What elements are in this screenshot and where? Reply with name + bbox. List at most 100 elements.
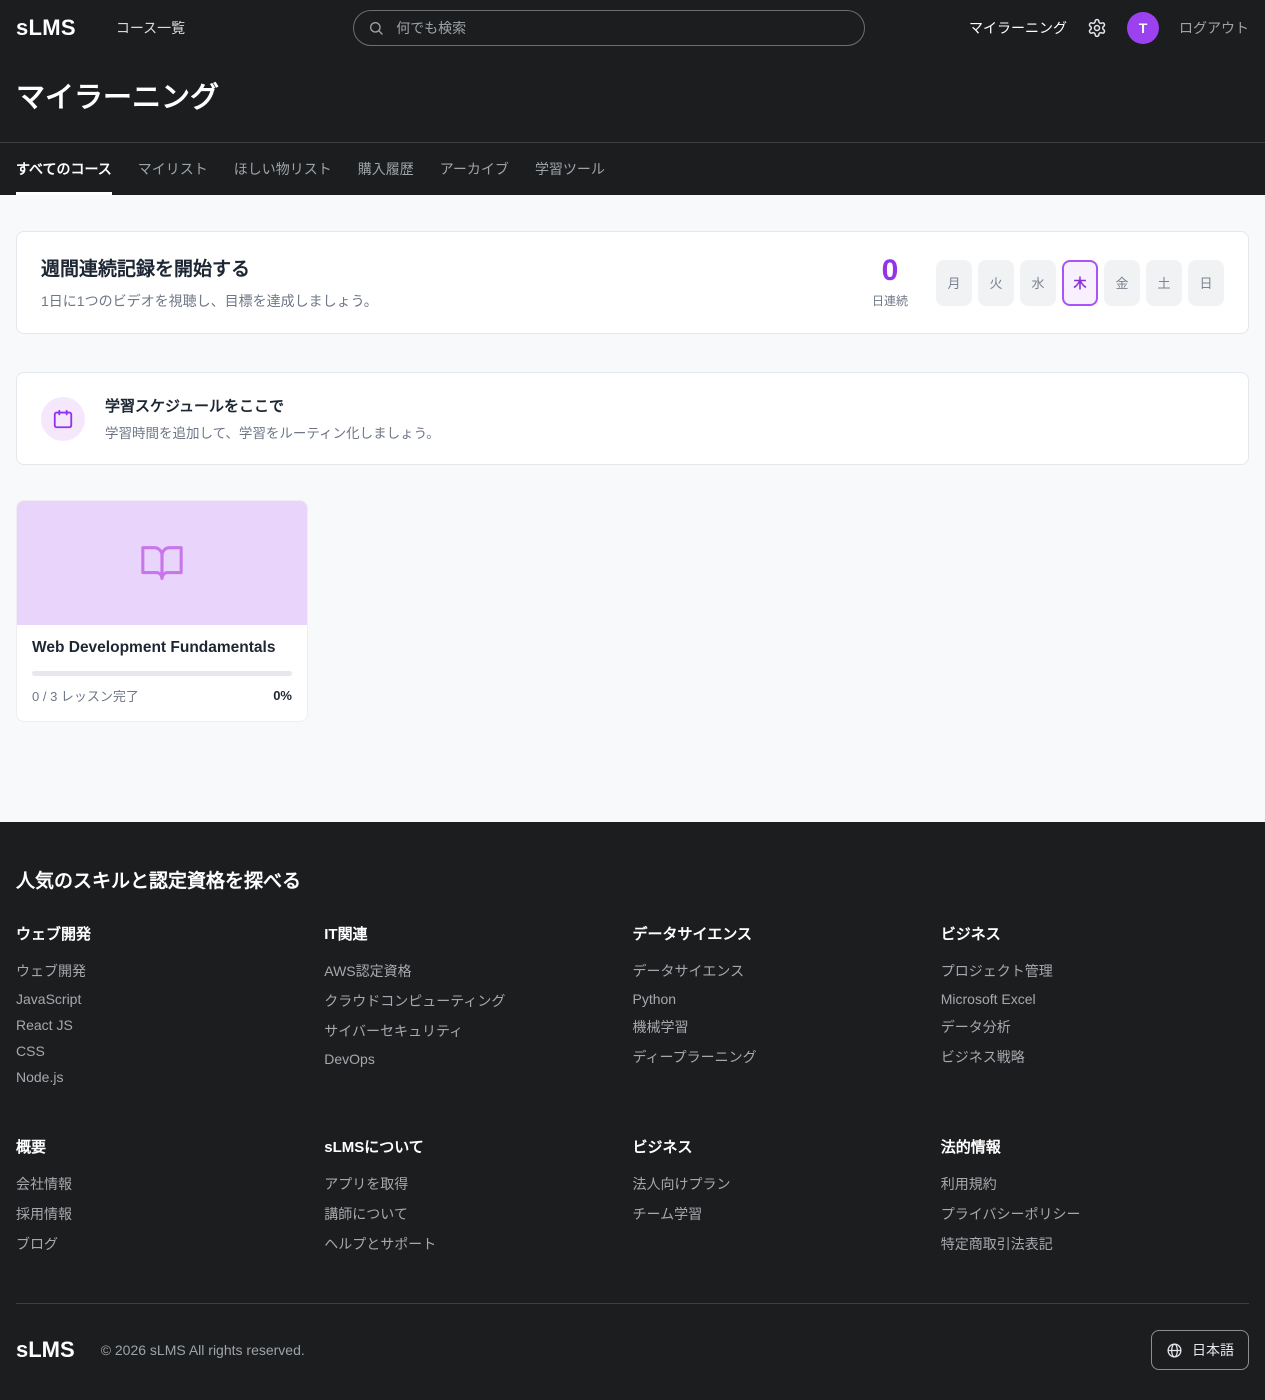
day-pill-1[interactable]: 火 xyxy=(978,260,1014,306)
topic-col-title-3: ビジネス xyxy=(941,923,1249,944)
company-link-0-2[interactable]: ブログ xyxy=(16,1229,324,1259)
open-book-icon xyxy=(139,540,185,586)
topic-link-0-4[interactable]: Node.js xyxy=(16,1064,324,1090)
search-input[interactable] xyxy=(394,19,850,37)
company-link-3-0[interactable]: 利用規約 xyxy=(941,1169,1249,1199)
day-pill-2[interactable]: 水 xyxy=(1020,260,1056,306)
topic-col-0: ウェブ開発ウェブ開発JavaScriptReact JSCSSNode.js xyxy=(16,923,324,1090)
logout-link[interactable]: ログアウト xyxy=(1179,18,1249,38)
day-pill-3[interactable]: 木 xyxy=(1062,260,1098,306)
course-stats: 0 / 3 レッスン完了 0% xyxy=(32,686,292,705)
main-content: 週間連続記録を開始する 1日に1つのビデオを視聴し、目標を達成しましょう。 0 … xyxy=(0,195,1265,822)
topic-link-3-2[interactable]: データ分析 xyxy=(941,1012,1249,1042)
tab-3[interactable]: 購入履歴 xyxy=(358,143,414,195)
footer-logo[interactable]: sLMS xyxy=(16,1337,75,1363)
company-col-2: ビジネス法人向けプランチーム学習 xyxy=(633,1136,941,1259)
schedule-card[interactable]: 学習スケジュールをここで 学習時間を追加して、学習をルーティン化しましょう。 xyxy=(16,372,1249,465)
company-link-1-2[interactable]: ヘルプとサポート xyxy=(324,1229,632,1259)
topic-col-title-0: ウェブ開発 xyxy=(16,923,324,944)
day-pill-5[interactable]: 土 xyxy=(1146,260,1182,306)
topic-link-2-3[interactable]: ディープラーニング xyxy=(633,1042,941,1072)
topic-link-1-3[interactable]: DevOps xyxy=(324,1046,632,1072)
topic-col-title-1: IT関連 xyxy=(324,923,632,944)
topic-link-3-1[interactable]: Microsoft Excel xyxy=(941,986,1249,1012)
course-thumbnail xyxy=(17,501,307,625)
topic-link-2-1[interactable]: Python xyxy=(633,986,941,1012)
lessons-completed: 0 / 3 レッスン完了 xyxy=(32,686,139,705)
footer-company-columns: 概要会社情報採用情報ブログsLMSについてアプリを取得講師についてヘルプとサポー… xyxy=(16,1136,1249,1259)
streak-card: 週間連続記録を開始する 1日に1つのビデオを視聴し、目標を達成しましょう。 0 … xyxy=(16,231,1249,334)
tabs: すべてのコースマイリストほしい物リスト購入履歴アーカイブ学習ツール xyxy=(0,142,1265,195)
week-days: 月火水木金土日 xyxy=(936,260,1224,306)
tab-0[interactable]: すべてのコース xyxy=(16,143,112,195)
company-col-3: 法的情報利用規約プライバシーポリシー特定商取引法表記 xyxy=(941,1136,1249,1259)
topic-col-title-2: データサイエンス xyxy=(633,923,941,944)
language-button[interactable]: 日本語 xyxy=(1151,1330,1249,1370)
company-link-1-1[interactable]: 講師について xyxy=(324,1199,632,1229)
avatar[interactable]: T xyxy=(1127,12,1159,44)
company-link-3-1[interactable]: プライバシーポリシー xyxy=(941,1199,1249,1229)
tab-2[interactable]: ほしい物リスト xyxy=(234,143,332,195)
my-learning-link[interactable]: マイラーニング xyxy=(969,18,1067,38)
copyright-text: © 2026 sLMS All rights reserved. xyxy=(101,1342,305,1358)
app-logo[interactable]: sLMS xyxy=(16,15,76,41)
search-bar[interactable] xyxy=(353,10,865,46)
topic-link-3-0[interactable]: プロジェクト管理 xyxy=(941,956,1249,986)
company-link-0-0[interactable]: 会社情報 xyxy=(16,1169,324,1199)
language-label: 日本語 xyxy=(1192,1340,1234,1360)
progress-percent: 0% xyxy=(273,688,292,703)
company-col-1: sLMSについてアプリを取得講師についてヘルプとサポート xyxy=(324,1136,632,1259)
company-link-2-0[interactable]: 法人向けプラン xyxy=(633,1169,941,1199)
company-col-title-2: ビジネス xyxy=(633,1136,941,1157)
calendar-icon xyxy=(41,397,85,441)
day-pill-6[interactable]: 日 xyxy=(1188,260,1224,306)
schedule-title: 学習スケジュールをここで xyxy=(105,395,440,416)
topic-link-2-2[interactable]: 機械学習 xyxy=(633,1012,941,1042)
streak-title: 週間連続記録を開始する xyxy=(41,254,378,281)
day-pill-0[interactable]: 月 xyxy=(936,260,972,306)
page-hero: マイラーニング xyxy=(0,56,1265,142)
topic-link-1-0[interactable]: AWS認定資格 xyxy=(324,956,632,986)
tab-1[interactable]: マイリスト xyxy=(138,143,208,195)
topic-link-0-1[interactable]: JavaScript xyxy=(16,986,324,1012)
company-link-1-0[interactable]: アプリを取得 xyxy=(324,1169,632,1199)
streak-description: 1日に1つのビデオを視聴し、目標を達成しましょう。 xyxy=(41,291,378,311)
company-link-0-1[interactable]: 採用情報 xyxy=(16,1199,324,1229)
app-header: sLMS コース一覧 マイラーニング T ログアウト xyxy=(0,0,1265,56)
footer-topic-columns: ウェブ開発ウェブ開発JavaScriptReact JSCSSNode.jsIT… xyxy=(16,923,1249,1090)
company-col-title-0: 概要 xyxy=(16,1136,324,1157)
course-title: Web Development Fundamentals xyxy=(32,639,292,657)
schedule-description: 学習時間を追加して、学習をルーティン化しましょう。 xyxy=(105,422,440,442)
topic-link-2-0[interactable]: データサイエンス xyxy=(633,956,941,986)
globe-icon xyxy=(1166,1342,1183,1359)
search-icon xyxy=(368,20,384,36)
header-actions: マイラーニング T ログアウト xyxy=(969,12,1249,44)
topic-link-0-2[interactable]: React JS xyxy=(16,1012,324,1038)
topic-link-0-0[interactable]: ウェブ開発 xyxy=(16,956,324,986)
progress-bar xyxy=(32,671,292,676)
nav-courses-link[interactable]: コース一覧 xyxy=(116,18,185,38)
topic-col-2: データサイエンスデータサイエンスPython機械学習ディープラーニング xyxy=(633,923,941,1090)
streak-counter: 0 日連続 xyxy=(872,256,908,309)
topic-link-1-1[interactable]: クラウドコンピューティング xyxy=(324,986,632,1016)
day-pill-4[interactable]: 金 xyxy=(1104,260,1140,306)
streak-count-number: 0 xyxy=(872,256,908,286)
topic-link-1-2[interactable]: サイバーセキュリティ xyxy=(324,1016,632,1046)
streak-tracker: 0 日連続 月火水木金土日 xyxy=(872,256,1224,309)
streak-text: 週間連続記録を開始する 1日に1つのビデオを視聴し、目標を達成しましょう。 xyxy=(41,254,378,311)
topic-col-3: ビジネスプロジェクト管理Microsoft Excelデータ分析ビジネス戦略 xyxy=(941,923,1249,1090)
tab-4[interactable]: アーカイブ xyxy=(440,143,509,195)
company-link-2-1[interactable]: チーム学習 xyxy=(633,1199,941,1229)
topic-link-0-3[interactable]: CSS xyxy=(16,1038,324,1064)
company-link-3-2[interactable]: 特定商取引法表記 xyxy=(941,1229,1249,1259)
course-card[interactable]: Web Development Fundamentals 0 / 3 レッスン完… xyxy=(16,500,308,722)
course-info: Web Development Fundamentals 0 / 3 レッスン完… xyxy=(17,625,307,721)
footer: 人気のスキルと認定資格を探べる ウェブ開発ウェブ開発JavaScriptReac… xyxy=(0,822,1265,1400)
page-title: マイラーニング xyxy=(16,74,1249,116)
company-col-0: 概要会社情報採用情報ブログ xyxy=(16,1136,324,1259)
topic-link-3-3[interactable]: ビジネス戦略 xyxy=(941,1042,1249,1072)
gear-icon[interactable] xyxy=(1087,18,1107,38)
schedule-text: 学習スケジュールをここで 学習時間を追加して、学習をルーティン化しましょう。 xyxy=(105,395,440,442)
footer-heading: 人気のスキルと認定資格を探べる xyxy=(16,866,1249,893)
tab-5[interactable]: 学習ツール xyxy=(535,143,605,195)
